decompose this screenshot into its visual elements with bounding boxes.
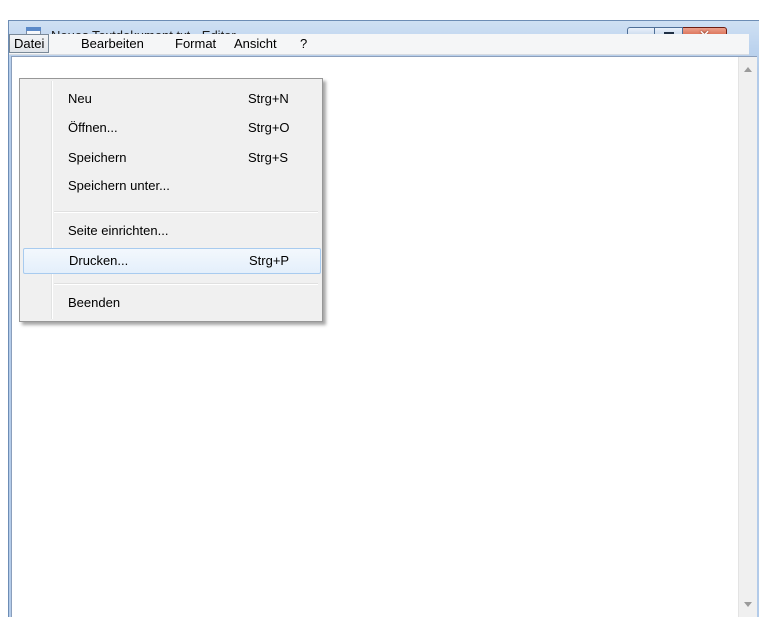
menu-datei[interactable]: Datei bbox=[9, 34, 50, 53]
vertical-scrollbar[interactable] bbox=[738, 57, 757, 617]
menu-entry-drucken[interactable]: Drucken... Strg+P bbox=[23, 248, 321, 274]
scroll-down-arrow-icon[interactable] bbox=[744, 602, 752, 607]
menu-entry-label: Speichern unter... bbox=[68, 178, 170, 193]
menu-entry-seite-einrichten[interactable]: Seite einrichten... bbox=[23, 218, 319, 244]
menu-separator bbox=[54, 283, 318, 285]
menu-entry-label: Neu bbox=[68, 91, 92, 106]
menu-entry-shortcut: Strg+P bbox=[249, 253, 290, 268]
menu-format[interactable]: Format bbox=[171, 34, 220, 53]
menu-entry-shortcut: Strg+N bbox=[248, 91, 289, 106]
file-menu-dropdown: Neu Strg+N Öffnen... Strg+O Speichern St… bbox=[19, 78, 323, 322]
menu-entry-speichern[interactable]: Speichern Strg+S bbox=[23, 145, 319, 171]
menu-entry-shortcut: Strg+O bbox=[248, 120, 290, 135]
menu-entry-label: Öffnen... bbox=[68, 120, 118, 135]
menu-entry-label: Seite einrichten... bbox=[68, 223, 169, 238]
menu-entry-label: Speichern bbox=[68, 150, 127, 165]
menu-entry-neu[interactable]: Neu Strg+N bbox=[23, 86, 319, 112]
menu-entry-oeffnen[interactable]: Öffnen... Strg+O bbox=[23, 115, 319, 141]
menu-separator bbox=[54, 211, 318, 213]
menu-entry-label: Drucken... bbox=[69, 253, 129, 268]
menu-help[interactable]: ? bbox=[296, 34, 311, 53]
scroll-up-arrow-icon[interactable] bbox=[744, 67, 752, 72]
menu-entry-shortcut: Strg+S bbox=[248, 150, 289, 165]
menu-bar: Datei Bearbeiten Format Ansicht ? bbox=[9, 34, 749, 55]
menu-entry-beenden[interactable]: Beenden bbox=[23, 290, 319, 316]
menu-entry-label: Beenden bbox=[68, 295, 121, 310]
menu-bearbeiten[interactable]: Bearbeiten bbox=[77, 34, 148, 53]
menu-entry-speichern-unter[interactable]: Speichern unter... bbox=[23, 173, 319, 199]
menu-ansicht[interactable]: Ansicht bbox=[230, 34, 281, 53]
